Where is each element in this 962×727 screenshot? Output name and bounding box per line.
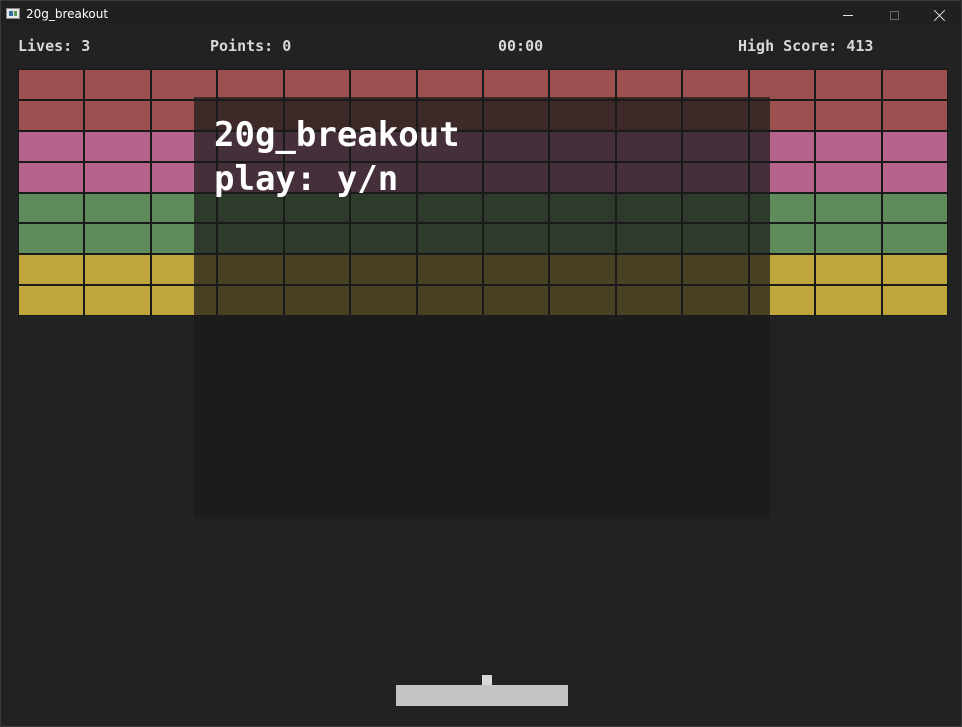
window-title: 20g_breakout [26,7,109,21]
high-score: High Score: 413 [738,37,874,55]
brick [881,69,948,100]
brick [416,69,483,100]
brick [18,130,85,162]
brick [815,99,882,131]
brick [815,254,882,286]
brick [84,161,151,193]
brick [748,69,816,100]
brick [815,69,882,100]
brick [84,254,151,286]
brick [150,69,218,100]
close-button[interactable] [916,1,962,29]
start-overlay: 20g_breakout play: y/n [194,97,770,517]
brick [615,69,683,100]
brick [815,161,882,193]
brick [18,254,85,286]
brick [815,192,882,224]
brick [815,285,882,316]
paddle [396,685,568,706]
brick [815,130,882,162]
lives-counter: Lives: 3 [18,37,91,55]
brick [84,130,151,162]
brick [815,223,882,255]
timer: 00:00 [498,37,544,55]
brick [483,69,550,100]
brick [84,285,151,316]
brick [549,69,616,100]
maximize-icon [889,10,899,20]
brick [881,99,948,131]
overlay-title: 20g_breakout [214,115,460,155]
brick [18,223,85,255]
ball [482,675,492,685]
points-counter: Points: 0 [210,37,292,55]
brick [84,99,151,131]
maximize-button[interactable] [871,1,917,29]
brick [18,285,85,316]
brick [217,69,284,100]
title-bar[interactable]: 20g_breakout [1,1,961,29]
brick [881,161,948,193]
brick [881,254,948,286]
brick [881,130,948,162]
brick [84,69,151,100]
brick [18,69,85,100]
minimize-button[interactable] [825,1,871,29]
brick [18,192,85,224]
game-window: 20g_breakout Lives: 3 Points: 0 00:00 Hi… [0,0,962,727]
brick [283,69,351,100]
minimize-icon [843,14,853,16]
play-prompt: play: y/n [214,159,399,199]
close-icon [933,9,946,22]
brick [84,223,151,255]
brick [18,161,85,193]
brick [881,192,948,224]
app-icon [6,8,20,19]
brick [350,69,417,100]
brick [682,69,749,100]
brick [18,99,85,131]
brick [84,192,151,224]
brick [881,223,948,255]
brick [881,285,948,316]
